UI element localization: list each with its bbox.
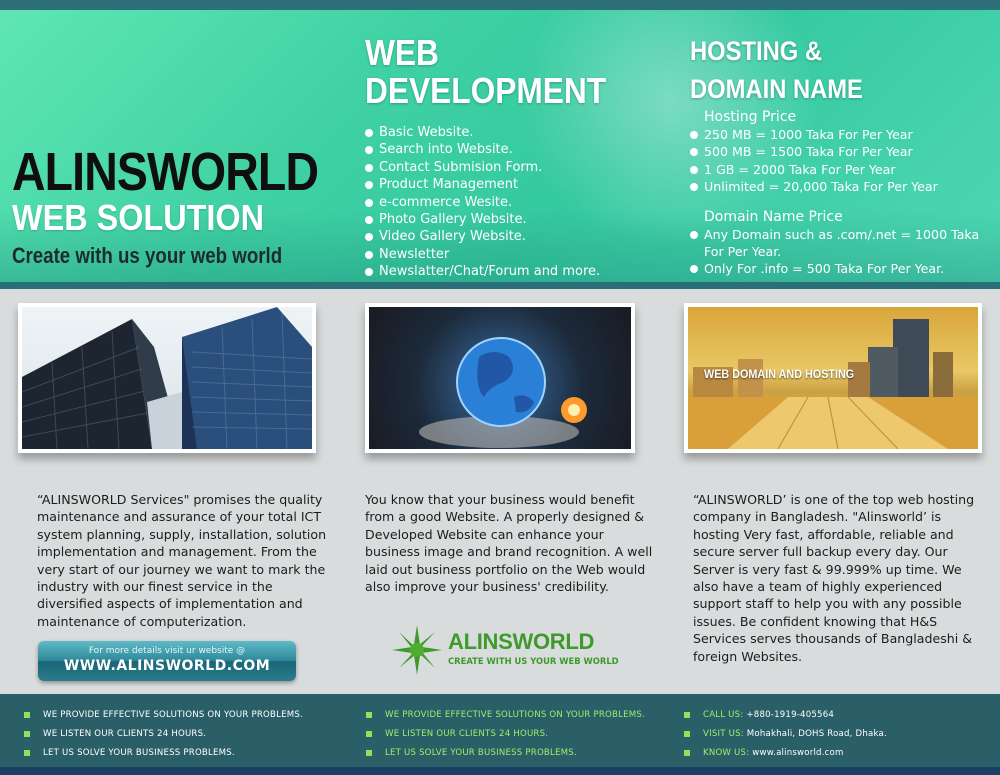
starburst-icon xyxy=(392,625,442,675)
footer-column-2: WE PROVIDE EFFECTIVE SOLUTIONS ON YOUR P… xyxy=(366,706,645,763)
hosting-text: “ALINSWORLD’ is one of the top web hosti… xyxy=(693,492,975,664)
know-us-label: KNOW US: xyxy=(703,748,750,758)
list-item: Search into Website. xyxy=(365,141,639,158)
web-domain-caption: WEB DOMAIN AND HOSTING xyxy=(704,367,855,381)
services-text: “ALINSWORLD Services" promises the quali… xyxy=(37,492,327,629)
footer-visit-us: VISIT US: Mohakhali, DOHS Road, Dhaka. xyxy=(684,725,887,744)
content-area: WEB DOMAIN AND HOSTING “ALINSWORLD Servi… xyxy=(0,289,1000,694)
header-divider xyxy=(0,282,1000,289)
list-item: Video Gallery Website. xyxy=(365,228,639,245)
visit-us-label: VISIT US: xyxy=(703,729,744,739)
footer-contact: CALL US: +880-1919-405564 VISIT US: Moha… xyxy=(684,706,887,763)
list-item: Product Management xyxy=(365,176,639,193)
list-item: Basic Website. xyxy=(365,124,639,141)
footer: WE PROVIDE EFFECTIVE SOLUTIONS ON YOUR P… xyxy=(0,694,1000,775)
know-us-value[interactable]: www.alinsworld.com xyxy=(752,748,843,758)
footer-item: WE LISTEN OUR CLIENTS 24 HOURS. xyxy=(24,725,303,744)
domain-price-heading: Domain Name Price xyxy=(704,208,843,225)
city-photo: WEB DOMAIN AND HOSTING xyxy=(684,303,982,453)
web-development-title-2: DEVELOPMENT xyxy=(365,70,607,111)
footer-item: LET US SOLVE YOUR BUSINESS PROBLEMS. xyxy=(366,744,645,763)
footer-item: WE LISTEN OUR CLIENTS 24 HOURS. xyxy=(366,725,645,744)
header-banner: ALINSWORLD WEB SOLUTION Create with us y… xyxy=(0,10,1000,282)
logo-tagline: CREATE WITH US YOUR WEB WORLD xyxy=(448,656,619,666)
skyscraper-illustration xyxy=(22,307,312,449)
list-item: Only For .info = 500 Taka For Per Year. xyxy=(690,260,990,277)
web-development-list: Basic Website. Search into Website. Cont… xyxy=(365,124,639,281)
logo-name: ALINSWORLD xyxy=(448,629,595,654)
footer-item: LET US SOLVE YOUR BUSINESS PROBLEMS. xyxy=(24,744,303,763)
list-item: Unlimited = 20,000 Taka For Per Year xyxy=(690,178,990,195)
list-item: 250 MB = 1000 Taka For Per Year xyxy=(690,126,990,143)
alinsworld-logo: ALINSWORLD CREATE WITH US YOUR WEB WORLD xyxy=(392,625,632,675)
web-development-title-1: WEB xyxy=(365,32,439,73)
brand-name: ALINSWORLD xyxy=(12,142,319,202)
brand-block: ALINSWORLD WEB SOLUTION Create with us y… xyxy=(12,143,368,271)
hosting-price-heading: Hosting Price xyxy=(704,109,797,125)
visit-button-caption: For more details visit ur website @ xyxy=(88,646,246,656)
list-item: Newslatter/Chat/Forum and more. xyxy=(365,263,639,280)
footer-column-1: WE PROVIDE EFFECTIVE SOLUTIONS ON YOUR P… xyxy=(24,706,303,763)
footer-item: WE PROVIDE EFFECTIVE SOLUTIONS ON YOUR P… xyxy=(366,706,645,725)
hosting-section: HOSTING & DOMAIN NAME Hosting Price 250 … xyxy=(690,32,990,278)
skyscraper-photo xyxy=(18,303,316,453)
list-item: Photo Gallery Website. xyxy=(365,211,639,228)
footer-know-us: KNOW US: www.alinsworld.com xyxy=(684,744,887,763)
brand-tagline: Create with us your web world xyxy=(12,243,283,268)
top-strip xyxy=(0,0,1000,10)
globe-illustration xyxy=(419,337,587,448)
call-us-value: +880-1919-405564 xyxy=(746,710,835,720)
visit-us-value: Mohakhali, DOHS Road, Dhaka. xyxy=(746,729,887,739)
hosting-title-2: DOMAIN NAME xyxy=(690,74,863,104)
web-development-section: WEB DEVELOPMENT Basic Website. Search in… xyxy=(365,34,639,281)
hosting-title-1: HOSTING & xyxy=(690,36,823,66)
visit-button-url: WWW.ALINSWORLD.COM xyxy=(63,658,271,674)
list-item: Any Domain such as .com/.net = 1000 Taka… xyxy=(690,226,990,261)
list-item: e-commerce Wesite. xyxy=(365,194,639,211)
footer-call-us: CALL US: +880-1919-405564 xyxy=(684,706,887,725)
brand-subtitle: WEB SOLUTION xyxy=(12,197,264,238)
hosting-price-list: 250 MB = 1000 Taka For Per Year 500 MB =… xyxy=(690,126,990,196)
list-item: Newsletter xyxy=(365,246,639,263)
website-text: You know that your business would benefi… xyxy=(365,492,653,595)
visit-website-button[interactable]: For more details visit ur website @ WWW.… xyxy=(38,641,296,681)
list-item: 500 MB = 1500 Taka For Per Year xyxy=(690,143,990,160)
call-us-label: CALL US: xyxy=(703,710,744,720)
footer-item: WE PROVIDE EFFECTIVE SOLUTIONS ON YOUR P… xyxy=(24,706,303,725)
globe-photo xyxy=(365,303,635,453)
domain-price-list: Any Domain such as .com/.net = 1000 Taka… xyxy=(690,226,990,278)
list-item: 1 GB = 2000 Taka For Per Year xyxy=(690,161,990,178)
list-item: Contact Submision Form. xyxy=(365,159,639,176)
